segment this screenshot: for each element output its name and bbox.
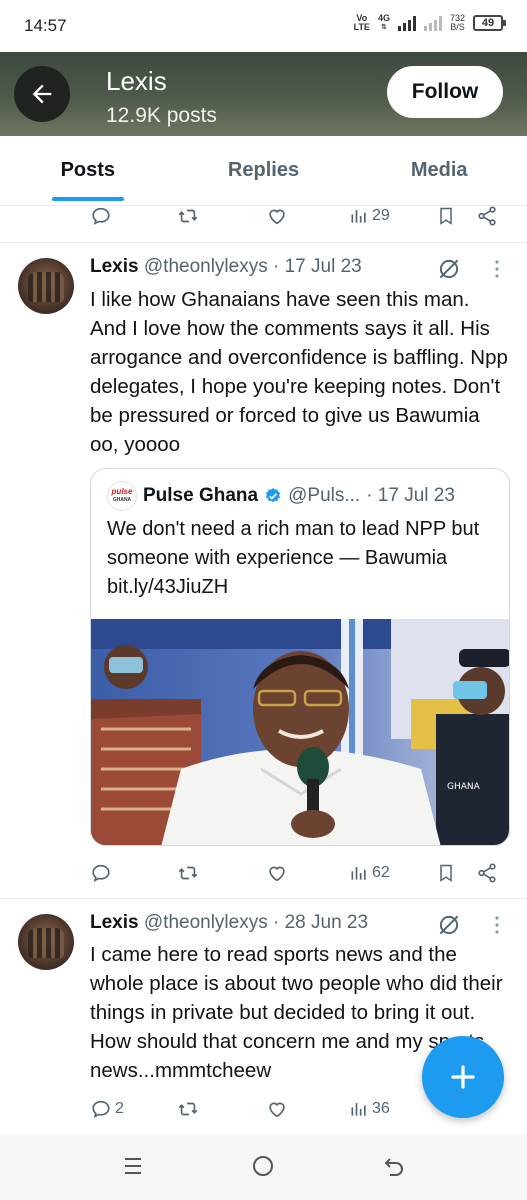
profile-name: Lexis [106,66,167,96]
post-count: 12.9K posts [106,104,217,127]
tab-replies[interactable]: Replies [176,136,352,205]
share-button[interactable] [476,205,498,227]
battery-icon: 49 [473,15,506,31]
plus-icon [451,1065,475,1089]
compose-button[interactable] [422,1036,504,1118]
tweet-date: · 17 Jul 23 [273,256,362,277]
grok-icon[interactable] [436,912,462,938]
reply-count: 2 [115,1100,124,1117]
reply-icon [92,207,110,225]
share-button[interactable] [476,862,498,884]
tweet-text: I like how Ghanaians have seen this man.… [90,288,508,456]
author-name[interactable]: Lexis [90,912,139,933]
heart-icon [269,209,285,225]
quote-header: pulse GHANA Pulse Ghana @Puls... · 17 Ju… [107,481,455,511]
views-count: 36 [372,1100,390,1117]
photo-illustration: GHANA [91,619,509,845]
profile-tabs: Posts Replies Media [0,136,527,206]
pulse-ghana-logo: pulse GHANA [107,481,137,511]
tab-posts[interactable]: Posts [0,136,176,205]
views-icon [351,210,366,223]
divider [0,242,527,243]
quote-author-name: Pulse Ghana [143,485,259,506]
author-name[interactable]: Lexis [90,256,139,277]
status-bar: 14:57 Vo LTE 4G ⇅ 732 B/S 49 [0,0,527,52]
quote-tweet-card[interactable]: pulse GHANA Pulse Ghana @Puls... · 17 Ju… [90,468,510,846]
author-handle[interactable]: @theonlylexys [144,912,268,933]
like-button[interactable] [266,1098,288,1120]
views-button[interactable]: 62 [349,863,390,883]
tweet-actions-previous: 29 [90,201,502,231]
network-type: 4G ⇅ [377,13,390,32]
repost-icon [178,209,198,223]
bookmark-button[interactable] [436,205,456,227]
status-indicators: Vo LTE 4G ⇅ 732 B/S 49 [353,13,506,32]
views-count: 62 [372,864,390,881]
quote-author-handle: @Puls... [288,485,361,506]
tweet-header: Lexis @theonlylexys · 28 Jun 23 [90,912,368,934]
status-time: 14:57 [24,16,67,35]
like-button[interactable] [266,205,288,227]
quote-date: · 17 Jul 23 [366,485,455,506]
photo-badge-text: GHANA [447,782,481,792]
heart-icon [269,866,285,882]
heart-icon [269,1102,285,1118]
follow-button[interactable]: Follow [387,66,503,118]
verified-badge-icon [265,488,281,503]
tab-media[interactable]: Media [351,136,527,205]
like-button[interactable] [266,862,288,884]
views-icon [351,1103,366,1116]
signal-strength-secondary-icon [423,15,442,31]
network-speed: 732 B/S [449,13,465,32]
views-button[interactable]: 36 [349,1099,390,1119]
back-button[interactable] [14,66,70,122]
views-count: 29 [372,207,390,224]
bookmark-button[interactable] [436,862,456,884]
grok-icon[interactable] [436,256,462,282]
arrow-left-icon [32,84,52,104]
reply-icon [92,1100,110,1118]
tweet-actions: 62 [90,858,502,888]
share-icon [478,206,496,226]
profile-header: Lexis 12.9K posts Follow [0,52,527,136]
system-navigation-bar [0,1134,527,1200]
divider [0,898,527,899]
avatar[interactable] [18,258,74,314]
quote-text: We don't need a rich man to lead NPP but… [107,518,480,598]
reply-icon [92,864,110,882]
more-options-icon[interactable] [494,915,500,935]
avatar[interactable] [18,914,74,970]
repost-icon [178,1102,198,1116]
more-options-icon[interactable] [494,259,500,279]
signal-strength-icon [397,15,416,31]
repost-button[interactable] [176,1098,200,1120]
home-icon[interactable] [251,1154,275,1178]
quote-photo[interactable]: GHANA [91,619,509,845]
repost-button[interactable] [176,862,200,884]
tweet-header: Lexis @theonlylexys · 17 Jul 23 [90,256,362,278]
reply-button[interactable] [90,205,112,227]
repost-button[interactable] [176,205,200,227]
volte-indicator: Vo LTE [353,13,370,32]
share-icon [478,863,496,883]
tweet-date: · 28 Jun 23 [273,912,369,933]
reply-button[interactable] [90,862,112,884]
bookmark-icon [440,207,452,225]
reply-button[interactable]: 2 [90,1098,124,1120]
repost-icon [178,866,198,880]
bookmark-icon [440,864,452,882]
author-handle[interactable]: @theonlylexys [144,256,268,277]
views-button[interactable]: 29 [349,206,390,226]
back-nav-icon[interactable] [382,1154,406,1178]
views-icon [351,867,366,880]
recent-apps-icon[interactable] [122,1154,144,1178]
